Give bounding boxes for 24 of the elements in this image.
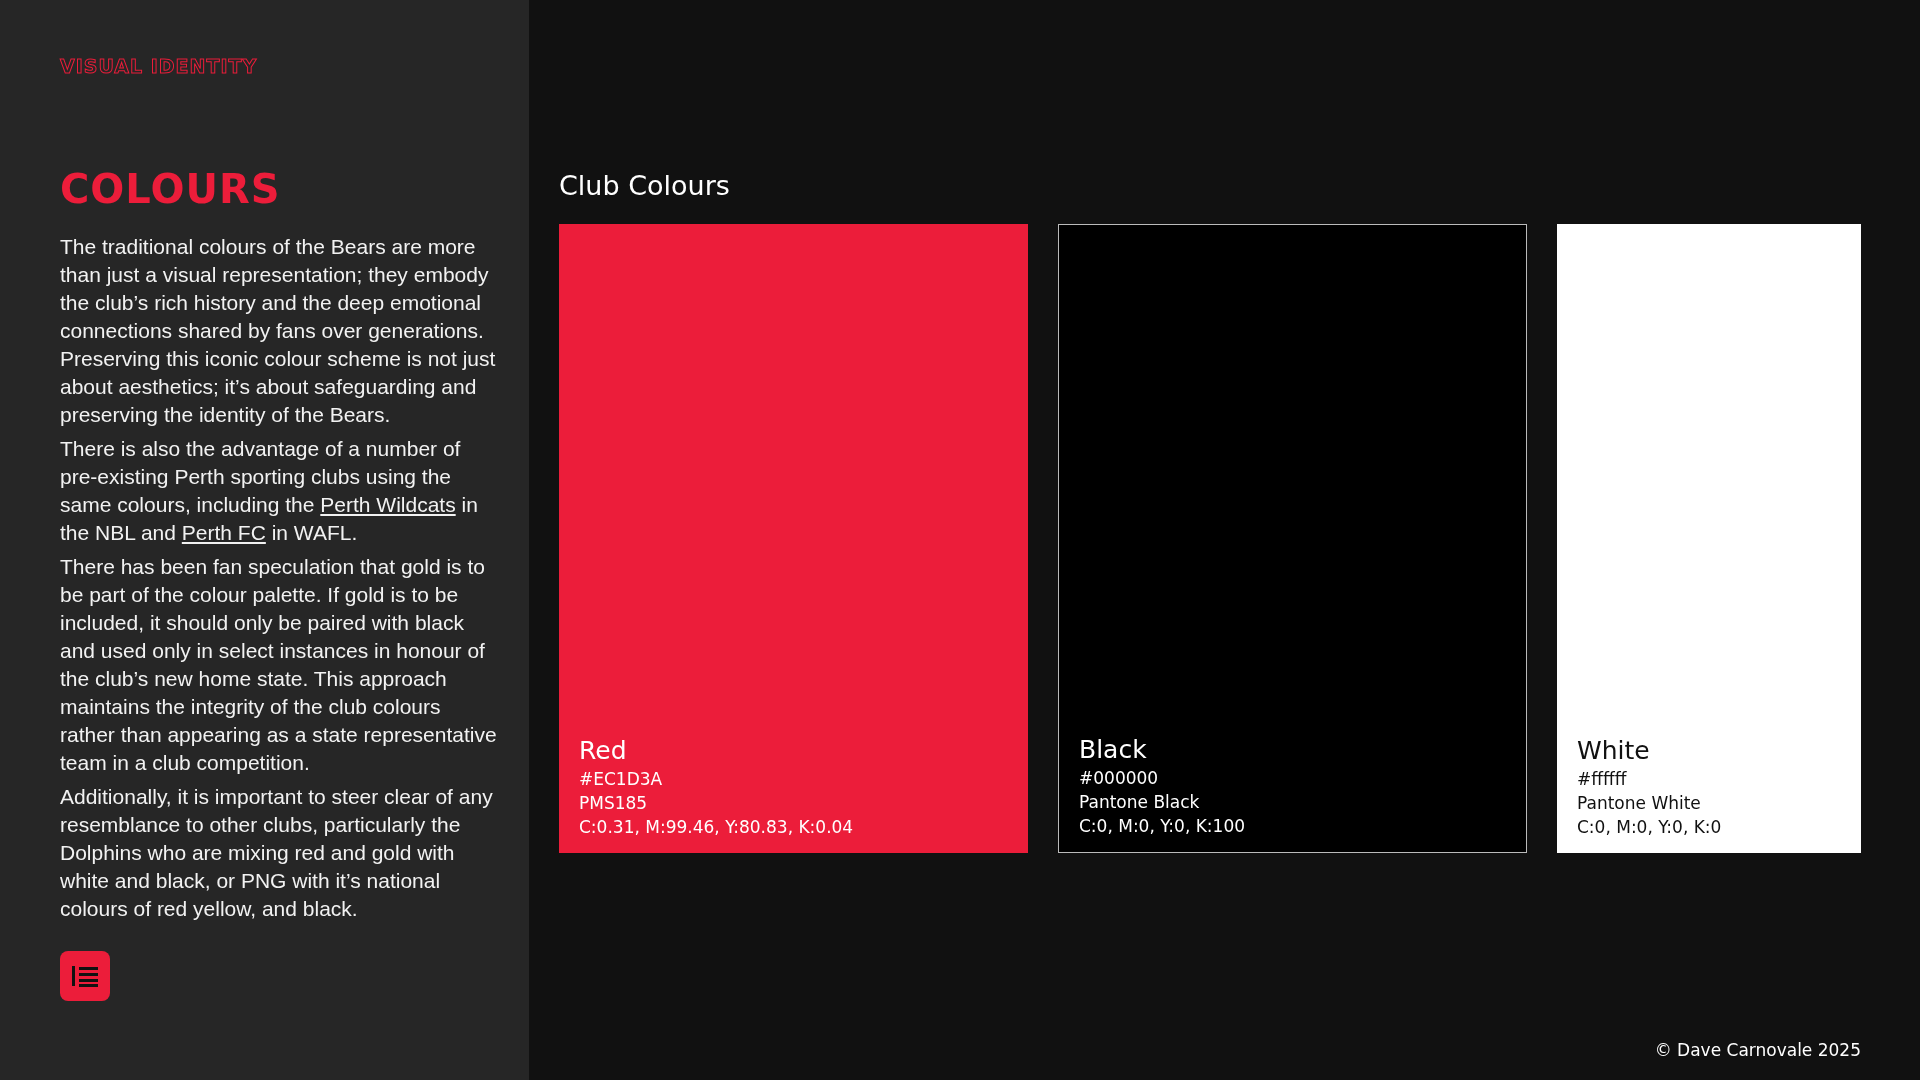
colour-value: #ffffff (1577, 768, 1628, 791)
colour-value: #000000 (1079, 767, 1160, 790)
paragraph: Additionally, it is important to steer clear of any resemblance to other clubs, particularly the Dolphins who are mixing red and gold with white and black, or PNG with it’s national colours of red yellow, and black. (60, 784, 494, 922)
copyright: © Dave Carnovale 2025 (1654, 1040, 1861, 1060)
colour-value: C:0.31, M:99.46, Y:80.83, K:0.04 (579, 816, 855, 839)
page-title: COLOURS (60, 169, 281, 209)
colour-name: Black (1079, 735, 1148, 764)
paragraph: There is also the advantage of a number of pre-existing Perth sporting clubs using the same colours, including the Perth Wildcats in the NBL and Perth FC in WAFL. (60, 436, 479, 546)
colour-name: Red (579, 736, 628, 765)
menu-button[interactable] (60, 951, 110, 1001)
colour-value: Pantone Black (1079, 791, 1201, 814)
paragraph: The traditional colours of the Bears are more than just a visual representation; they embody the club’s rich history and the deep emotional connections shared by fans over generations. Preserving this iconic colour scheme is not just about aesthetics; it’s about safeguarding and preserving the identity of the Bears. (60, 234, 497, 428)
colour-value: #EC1D3A (579, 768, 664, 791)
section-heading: Club Colours (559, 169, 731, 203)
link[interactable]: Perth FC (181, 521, 266, 544)
link[interactable]: Perth Wildcats (320, 493, 456, 516)
section-label: VISUAL IDENTITY (60, 55, 258, 77)
list-icon (71, 964, 99, 988)
colour-value: PMS185 (579, 792, 649, 815)
colour-value: C:0, M:0, Y:0, K:100 (1079, 815, 1247, 838)
colour-value: C:0, M:0, Y:0, K:0 (1577, 816, 1723, 839)
colour-name: White (1577, 736, 1651, 765)
paragraph: There has been fan speculation that gold is to be part of the colour palette. If gold is to be included, it should only be paired with black and used only in select instances in honour of the club’s new home state. This approach maintains the integrity of the club colours rather than appearing as a state representative team in a club competition. (60, 554, 498, 776)
colour-value: Pantone White (1577, 792, 1702, 815)
